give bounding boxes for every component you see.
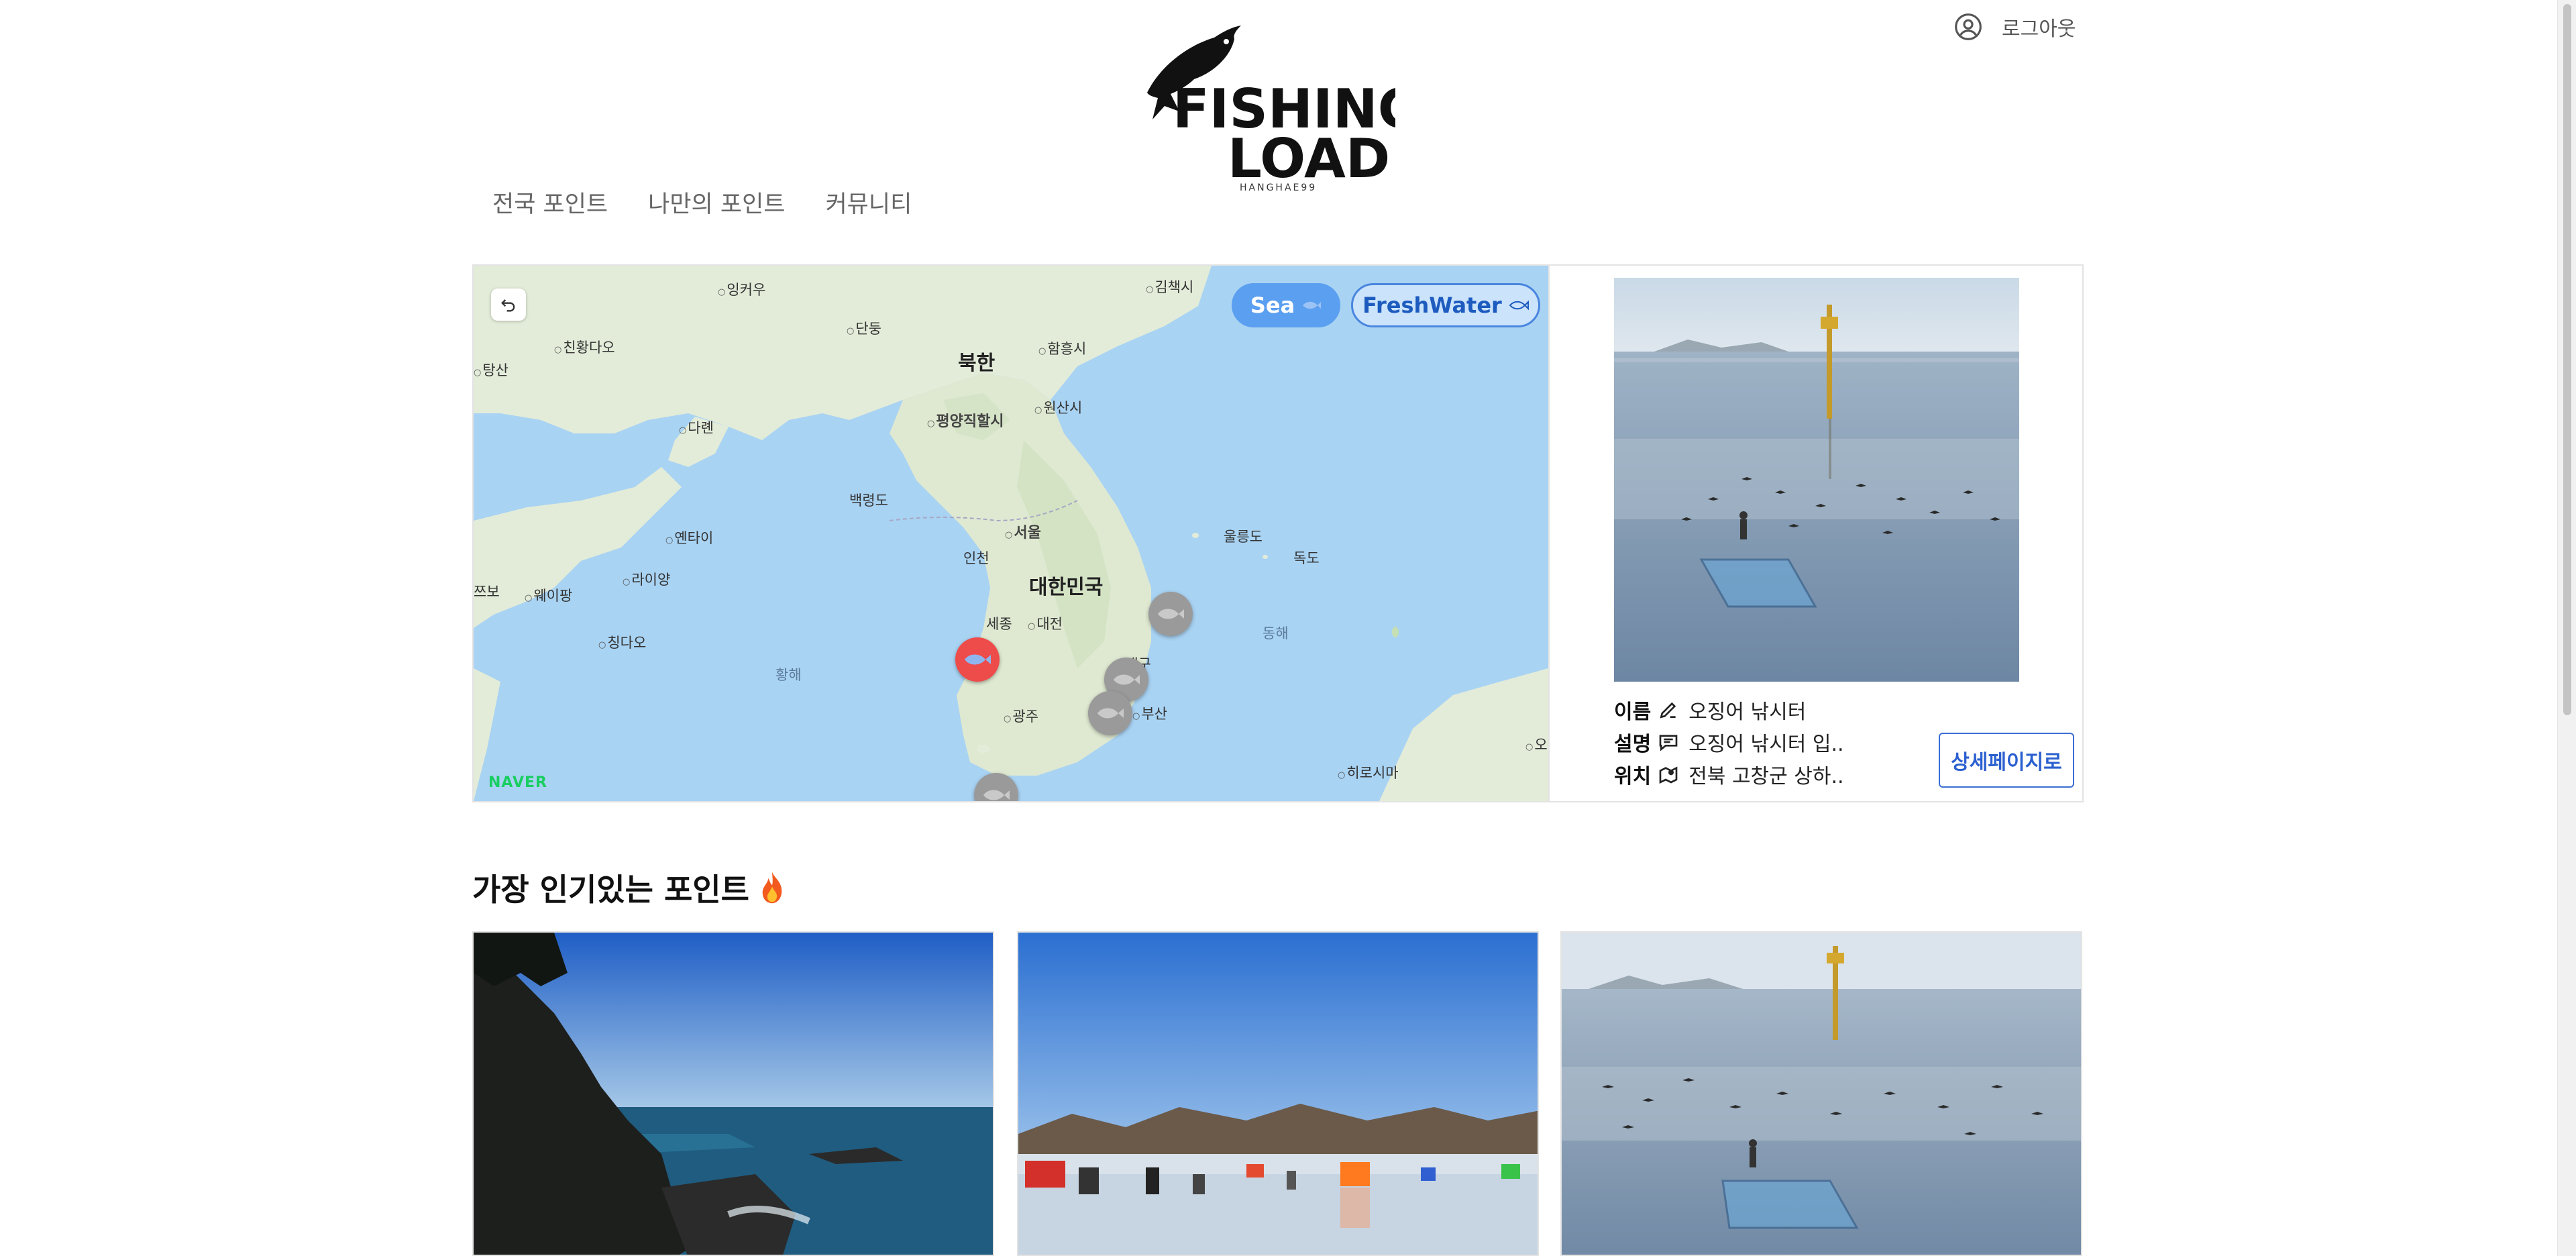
fish-icon (1114, 674, 1140, 685)
map-label-hiroshima: 히로시마 (1338, 762, 1398, 782)
fish-logo-icon: FISHING LOAD HANGHAE99 (1147, 25, 1421, 193)
map-label-weifang: 웨이팡 (525, 585, 572, 605)
map-label-tangshan: 탕산 (474, 360, 508, 380)
popular-points-heading: 가장 인기있는 포인트 (472, 866, 787, 910)
map-label-dalian: 다롄 (679, 417, 714, 437)
svg-text:LOAD: LOAD (1228, 127, 1390, 190)
map-label-east-sea: 동해 (1263, 625, 1289, 641)
fish-icon (1097, 708, 1124, 719)
detail-name-row: 이름 오징어 낚시터 (1614, 695, 1806, 725)
map-label-hamhung: 함흥시 (1038, 338, 1086, 358)
svg-text:HANGHAE99: HANGHAE99 (1240, 182, 1317, 193)
map-label-ulleungdo: 울릉도 (1224, 529, 1263, 545)
map-marker-selected-fishing-point[interactable] (955, 637, 1000, 682)
description-label: 설명 (1614, 733, 1652, 756)
undo-icon (501, 299, 515, 312)
freshwater-filter-toggle[interactable]: FreshWater (1351, 283, 1540, 327)
map-marker-fishing-point[interactable] (1148, 592, 1193, 636)
naver-logo: NAVER (488, 774, 547, 791)
logout-link[interactable]: 로그아웃 (2002, 12, 2076, 42)
map-label-wonsan: 원산시 (1034, 397, 1082, 417)
map-label-dandong: 단둥 (847, 318, 881, 338)
page-scrollbar[interactable] (2557, 0, 2576, 1256)
sea-filter-toggle[interactable]: Sea (1232, 283, 1340, 327)
fish-icon (1509, 300, 1529, 311)
map-location-icon (1659, 766, 1678, 784)
comment-icon (1659, 735, 1678, 751)
scrollbar-thumb[interactable] (2563, 4, 2571, 715)
card-photo (1562, 933, 2081, 1255)
user-area: 로그아웃 (1953, 11, 2076, 43)
map-label-o: 오 (1525, 734, 1547, 754)
fish-icon (983, 790, 1010, 800)
map-marker-fishing-point[interactable] (1088, 691, 1132, 735)
point-photo (1614, 278, 2019, 682)
nav-item-community[interactable]: 커뮤니티 (825, 185, 912, 219)
naver-map[interactable]: Sea FreshWater 잉커우 단둥 김책시 친황다오 함흥시 북한 탕산… (474, 266, 1548, 801)
map-label-gwangju: 광주 (1004, 706, 1038, 726)
map-label-dokdo: 독도 (1293, 550, 1320, 566)
map-label-yellow-sea: 황해 (775, 667, 802, 683)
fish-icon (1158, 609, 1184, 619)
map-label-seoul: 서울 (1005, 521, 1040, 542)
point-description: 오징어 낚시터 입.. (1688, 733, 1844, 756)
point-name: 오징어 낚시터 (1688, 700, 1807, 724)
map-label-baengnyeong: 백령도 (849, 492, 888, 509)
map-label-zibo: 쯔보 (474, 584, 500, 600)
popular-point-card[interactable] (472, 931, 994, 1256)
point-location: 전북 고창군 상하.. (1688, 765, 1844, 788)
popular-point-card[interactable] (1017, 931, 1539, 1256)
popular-point-card[interactable] (1560, 931, 2082, 1256)
detail-desc-row: 설명 오징어 낚시터 입.. (1614, 727, 1844, 757)
map-reset-button[interactable] (491, 289, 526, 321)
map-panel: Sea FreshWater 잉커우 단둥 김책시 친황다오 함흥시 북한 탕산… (472, 264, 2084, 802)
main-nav: 전국 포인트 나만의 포인트 커뮤니티 (492, 185, 912, 219)
nav-item-my-points[interactable]: 나만의 포인트 (648, 185, 785, 219)
map-label-incheon: 인천 (963, 550, 989, 566)
map-label-sejong: 세종 (986, 616, 1012, 632)
go-to-detail-button[interactable]: 상세페이지로 (1939, 733, 2074, 788)
card-photo (474, 933, 993, 1255)
map-label-north-korea: 북한 (958, 352, 996, 375)
map-label-yingkou: 잉커우 (718, 279, 765, 299)
name-label: 이름 (1614, 700, 1652, 724)
site-logo[interactable]: FISHING LOAD HANGHAE99 (1140, 19, 1421, 195)
location-label: 위치 (1614, 765, 1652, 788)
map-label-busan: 부산 (1132, 703, 1167, 723)
card-photo (1018, 933, 1538, 1255)
user-icon[interactable] (1953, 12, 1983, 42)
map-label-qinhuangdao: 친황다오 (554, 337, 614, 357)
detail-location-row: 위치 전북 고창군 상하.. (1614, 760, 1844, 789)
fish-icon (1303, 301, 1322, 309)
map-label-yantai: 옌타이 (665, 527, 713, 547)
map-label-qingdao: 칭다오 (598, 632, 646, 652)
fire-icon (762, 872, 782, 904)
fish-icon (965, 654, 991, 665)
point-detail-card: 이름 오징어 낚시터 설명 오징어 낚시터 입.. 위치 전북 고창군 상하..… (1548, 266, 2084, 801)
map-label-south-korea: 대한민국 (1029, 576, 1104, 599)
map-label-pyongyang: 평양직할시 (927, 409, 1004, 431)
map-label-laiyang: 라이양 (623, 569, 670, 589)
nav-item-national-points[interactable]: 전국 포인트 (492, 185, 608, 219)
pencil-icon (1660, 702, 1676, 719)
map-label-gimchaek: 김책시 (1146, 276, 1193, 297)
map-label-daejeon: 대전 (1028, 613, 1063, 633)
